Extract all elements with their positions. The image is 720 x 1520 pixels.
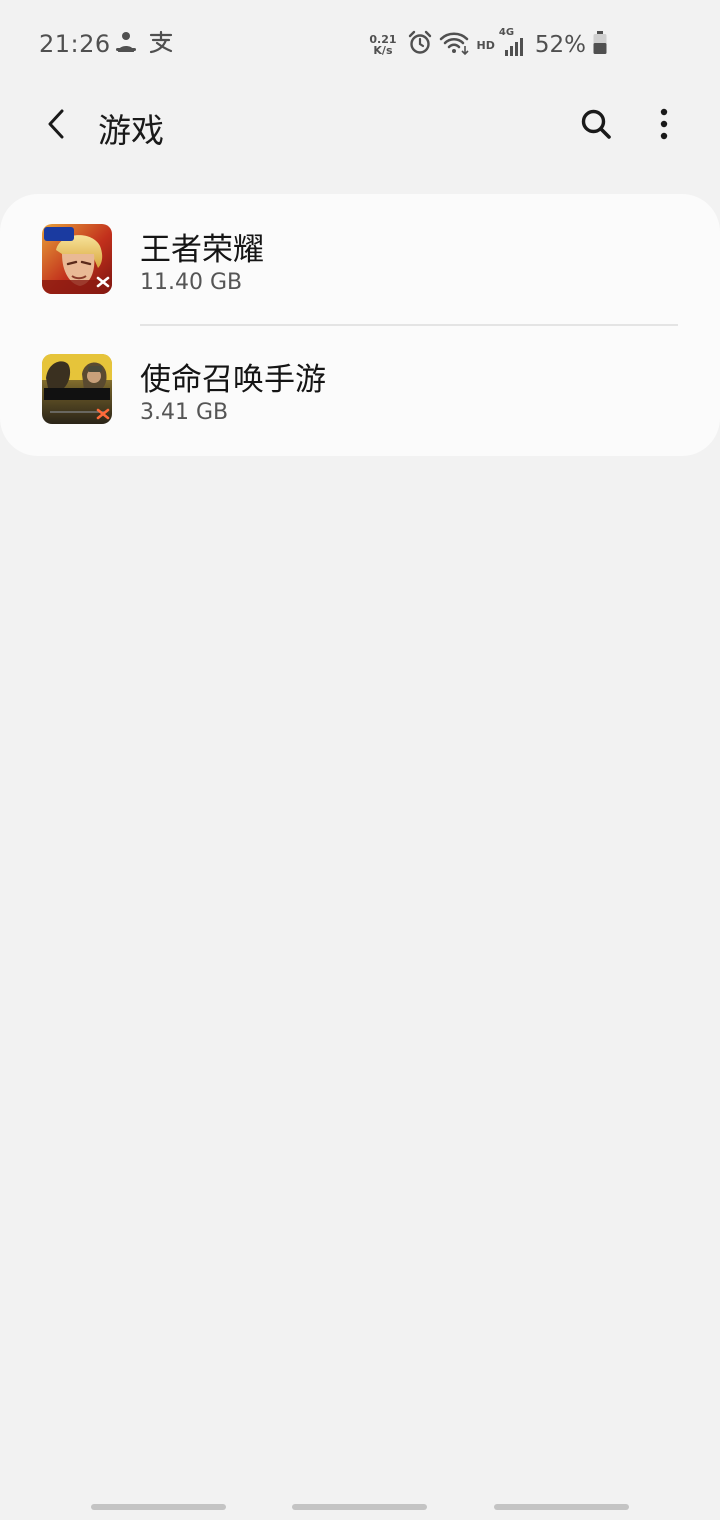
nav-recents-button[interactable] [91, 1504, 226, 1510]
page-title: 游戏 [98, 111, 164, 150]
list-item-call-of-duty[interactable]: 使命召唤手游 3.41 GB [0, 324, 720, 454]
person-notification-icon [114, 30, 138, 58]
nav-back-button[interactable] [494, 1504, 629, 1510]
battery-icon [592, 30, 608, 60]
back-button[interactable] [36, 104, 76, 144]
call-of-duty-app-icon [42, 354, 112, 424]
status-right-icons: 0.21 K/s HD 4G 52% [369, 27, 608, 60]
app-size: 3.41 GB [140, 400, 229, 425]
app-name: 王者荣耀 [140, 232, 264, 268]
chevron-left-icon [48, 109, 64, 139]
alipay-icon [148, 30, 174, 58]
list-item-honor-of-kings[interactable]: 王者荣耀 11.40 GB [0, 194, 720, 324]
hd-voice-indicator: HD [476, 38, 495, 52]
search-button[interactable] [574, 102, 618, 146]
status-left-icons [114, 30, 174, 58]
more-options-button[interactable] [644, 102, 684, 146]
signal-icon: 4G [499, 27, 527, 58]
games-list-card: 王者荣耀 11.40 GB 使命召唤手游 3.41 GB [0, 194, 720, 456]
navigation-bar [0, 1490, 720, 1520]
app-size: 11.40 GB [140, 270, 243, 295]
more-vertical-icon [660, 108, 668, 140]
status-bar: 21:26 0.21 K/s HD 4G 52% [0, 0, 720, 90]
battery-percent: 52% [534, 32, 586, 58]
network-speed: 0.21 K/s [369, 33, 397, 57]
search-icon [581, 109, 611, 139]
nav-home-button[interactable] [292, 1504, 427, 1510]
status-time: 21:26 [39, 30, 111, 58]
alarm-icon [407, 30, 433, 60]
app-bar: 游戏 [0, 90, 720, 162]
honor-of-kings-app-icon [42, 224, 112, 294]
wifi-icon [439, 30, 471, 60]
app-name: 使命召唤手游 [140, 362, 326, 398]
